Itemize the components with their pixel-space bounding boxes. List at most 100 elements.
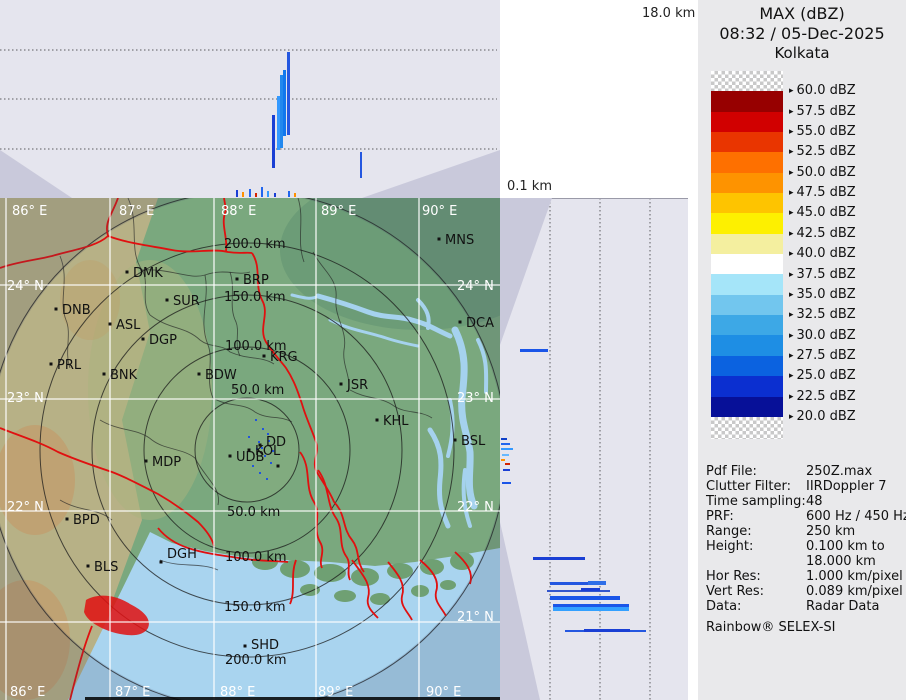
radar-echo bbox=[294, 193, 296, 197]
scale-band bbox=[711, 335, 783, 355]
scale-tick-label: ▸50.0 dBZ bbox=[789, 165, 856, 180]
latitude-label: 23° N bbox=[7, 391, 44, 406]
side-projection-panel bbox=[500, 198, 688, 700]
scale-tick-label: ▸52.5 dBZ bbox=[789, 144, 856, 159]
radar-echo bbox=[501, 459, 505, 461]
delta-island bbox=[450, 552, 474, 570]
scale-tick-label: ▸20.0 dBZ bbox=[789, 409, 856, 424]
tick-arrow-icon: ▸ bbox=[789, 351, 794, 361]
radar-echo bbox=[550, 596, 620, 600]
scale-band bbox=[711, 173, 783, 193]
radar-echo bbox=[267, 191, 269, 197]
metadata-row: Height:0.100 km to bbox=[706, 539, 904, 554]
scale-tick-label: ▸47.5 dBZ bbox=[789, 185, 856, 200]
city-dot bbox=[166, 299, 169, 302]
scale-band bbox=[711, 397, 783, 417]
city-dot bbox=[376, 419, 379, 422]
clutter-speck bbox=[252, 465, 254, 467]
clutter-speck bbox=[248, 436, 250, 438]
metadata-value: 18.000 km bbox=[806, 554, 876, 569]
metadata-rows: Pdf File:250Z.maxClutter Filter:IIRDoppl… bbox=[706, 464, 904, 614]
metadata-value: 250Z.max bbox=[806, 464, 872, 479]
radar-echo bbox=[520, 349, 548, 352]
clutter-speck bbox=[255, 419, 257, 421]
scale-tick-label: ▸57.5 dBZ bbox=[789, 104, 856, 119]
city-dot bbox=[459, 321, 462, 324]
metadata-label: PRF: bbox=[706, 509, 806, 524]
scale-band bbox=[711, 356, 783, 376]
latitude-label: 22° N bbox=[457, 500, 494, 515]
radar-echo bbox=[274, 193, 276, 197]
tick-arrow-icon: ▸ bbox=[789, 107, 794, 117]
radar-echo bbox=[249, 189, 251, 197]
legend-header: MAX (dBZ) 08:32 / 05-Dec-2025 Kolkata bbox=[698, 0, 906, 63]
radar-echo bbox=[547, 590, 610, 592]
city-dot bbox=[236, 278, 239, 281]
radar-echo bbox=[501, 438, 507, 440]
radar-echo bbox=[505, 463, 510, 465]
radar-echo bbox=[501, 448, 513, 450]
radar-echo bbox=[288, 191, 290, 197]
radar-echo bbox=[283, 70, 286, 136]
city-label: BLS bbox=[94, 560, 118, 575]
radar-echo bbox=[553, 607, 629, 611]
radar-echo bbox=[236, 190, 238, 197]
metadata-label: Time sampling: bbox=[706, 494, 806, 509]
scale-tick-label: ▸55.0 dBZ bbox=[789, 124, 856, 139]
city-label: SUR bbox=[173, 294, 200, 309]
city-dot bbox=[244, 645, 247, 648]
scale-band bbox=[711, 91, 783, 111]
metadata-label: Pdf File: bbox=[706, 464, 806, 479]
city-dot bbox=[454, 439, 457, 442]
tick-arrow-icon: ▸ bbox=[789, 188, 794, 198]
city-label: BRP bbox=[243, 273, 269, 288]
radar-echo bbox=[502, 454, 509, 456]
tick-arrow-icon: ▸ bbox=[789, 229, 794, 239]
city-dot bbox=[55, 308, 58, 311]
scale-band bbox=[711, 152, 783, 172]
height-axis-min-label: 0.1 km bbox=[507, 179, 552, 194]
city-dot bbox=[438, 238, 441, 241]
city-label: MNS bbox=[445, 233, 474, 248]
city-dot bbox=[263, 355, 266, 358]
product-datetime: 08:32 / 05-Dec-2025 bbox=[698, 24, 906, 44]
longitude-label: 86° E bbox=[10, 685, 45, 700]
latitude-label: 22° N bbox=[7, 500, 44, 515]
metadata-value: 48 bbox=[806, 494, 823, 509]
scale-tick-label: ▸60.0 dBZ bbox=[789, 83, 856, 98]
tick-arrow-icon: ▸ bbox=[789, 371, 794, 381]
metadata-label bbox=[706, 554, 806, 569]
city-dot bbox=[145, 460, 148, 463]
scale-band bbox=[711, 376, 783, 396]
latitude-label: 23° N bbox=[457, 391, 494, 406]
city-label: ASL bbox=[116, 318, 141, 333]
city-dot bbox=[198, 373, 201, 376]
city-label: MDP bbox=[152, 455, 181, 470]
radar-echo bbox=[501, 443, 510, 445]
scale-tick-label: ▸37.5 dBZ bbox=[789, 267, 856, 282]
city-dot bbox=[142, 338, 145, 341]
tick-arrow-icon: ▸ bbox=[789, 147, 794, 157]
metadata-row: PRF:600 Hz / 450 Hz bbox=[706, 509, 904, 524]
metadata-label: Data: bbox=[706, 599, 806, 614]
clutter-speck bbox=[270, 462, 272, 464]
radar-site-name: Kolkata bbox=[698, 44, 906, 63]
clutter-speck bbox=[258, 441, 260, 443]
metadata-label: Range: bbox=[706, 524, 806, 539]
city-dot bbox=[66, 518, 69, 521]
metadata-value: Radar Data bbox=[806, 599, 879, 614]
tick-arrow-icon: ▸ bbox=[789, 208, 794, 218]
metadata-row: Data:Radar Data bbox=[706, 599, 904, 614]
city-label: KHL bbox=[383, 414, 409, 429]
range-ring-label: 150.0 km bbox=[224, 290, 286, 305]
range-ring-label: 50.0 km bbox=[227, 505, 280, 520]
scale-tick-label: ▸40.0 dBZ bbox=[789, 246, 856, 261]
scale-tick-label: ▸45.0 dBZ bbox=[789, 205, 856, 220]
product-title: MAX (dBZ) bbox=[698, 4, 906, 24]
city-label: DMK bbox=[133, 266, 163, 281]
radar-echo bbox=[360, 152, 362, 178]
scale-band bbox=[711, 234, 783, 254]
city-dot bbox=[50, 363, 53, 366]
city-dot bbox=[126, 271, 129, 274]
scale-band bbox=[711, 315, 783, 335]
